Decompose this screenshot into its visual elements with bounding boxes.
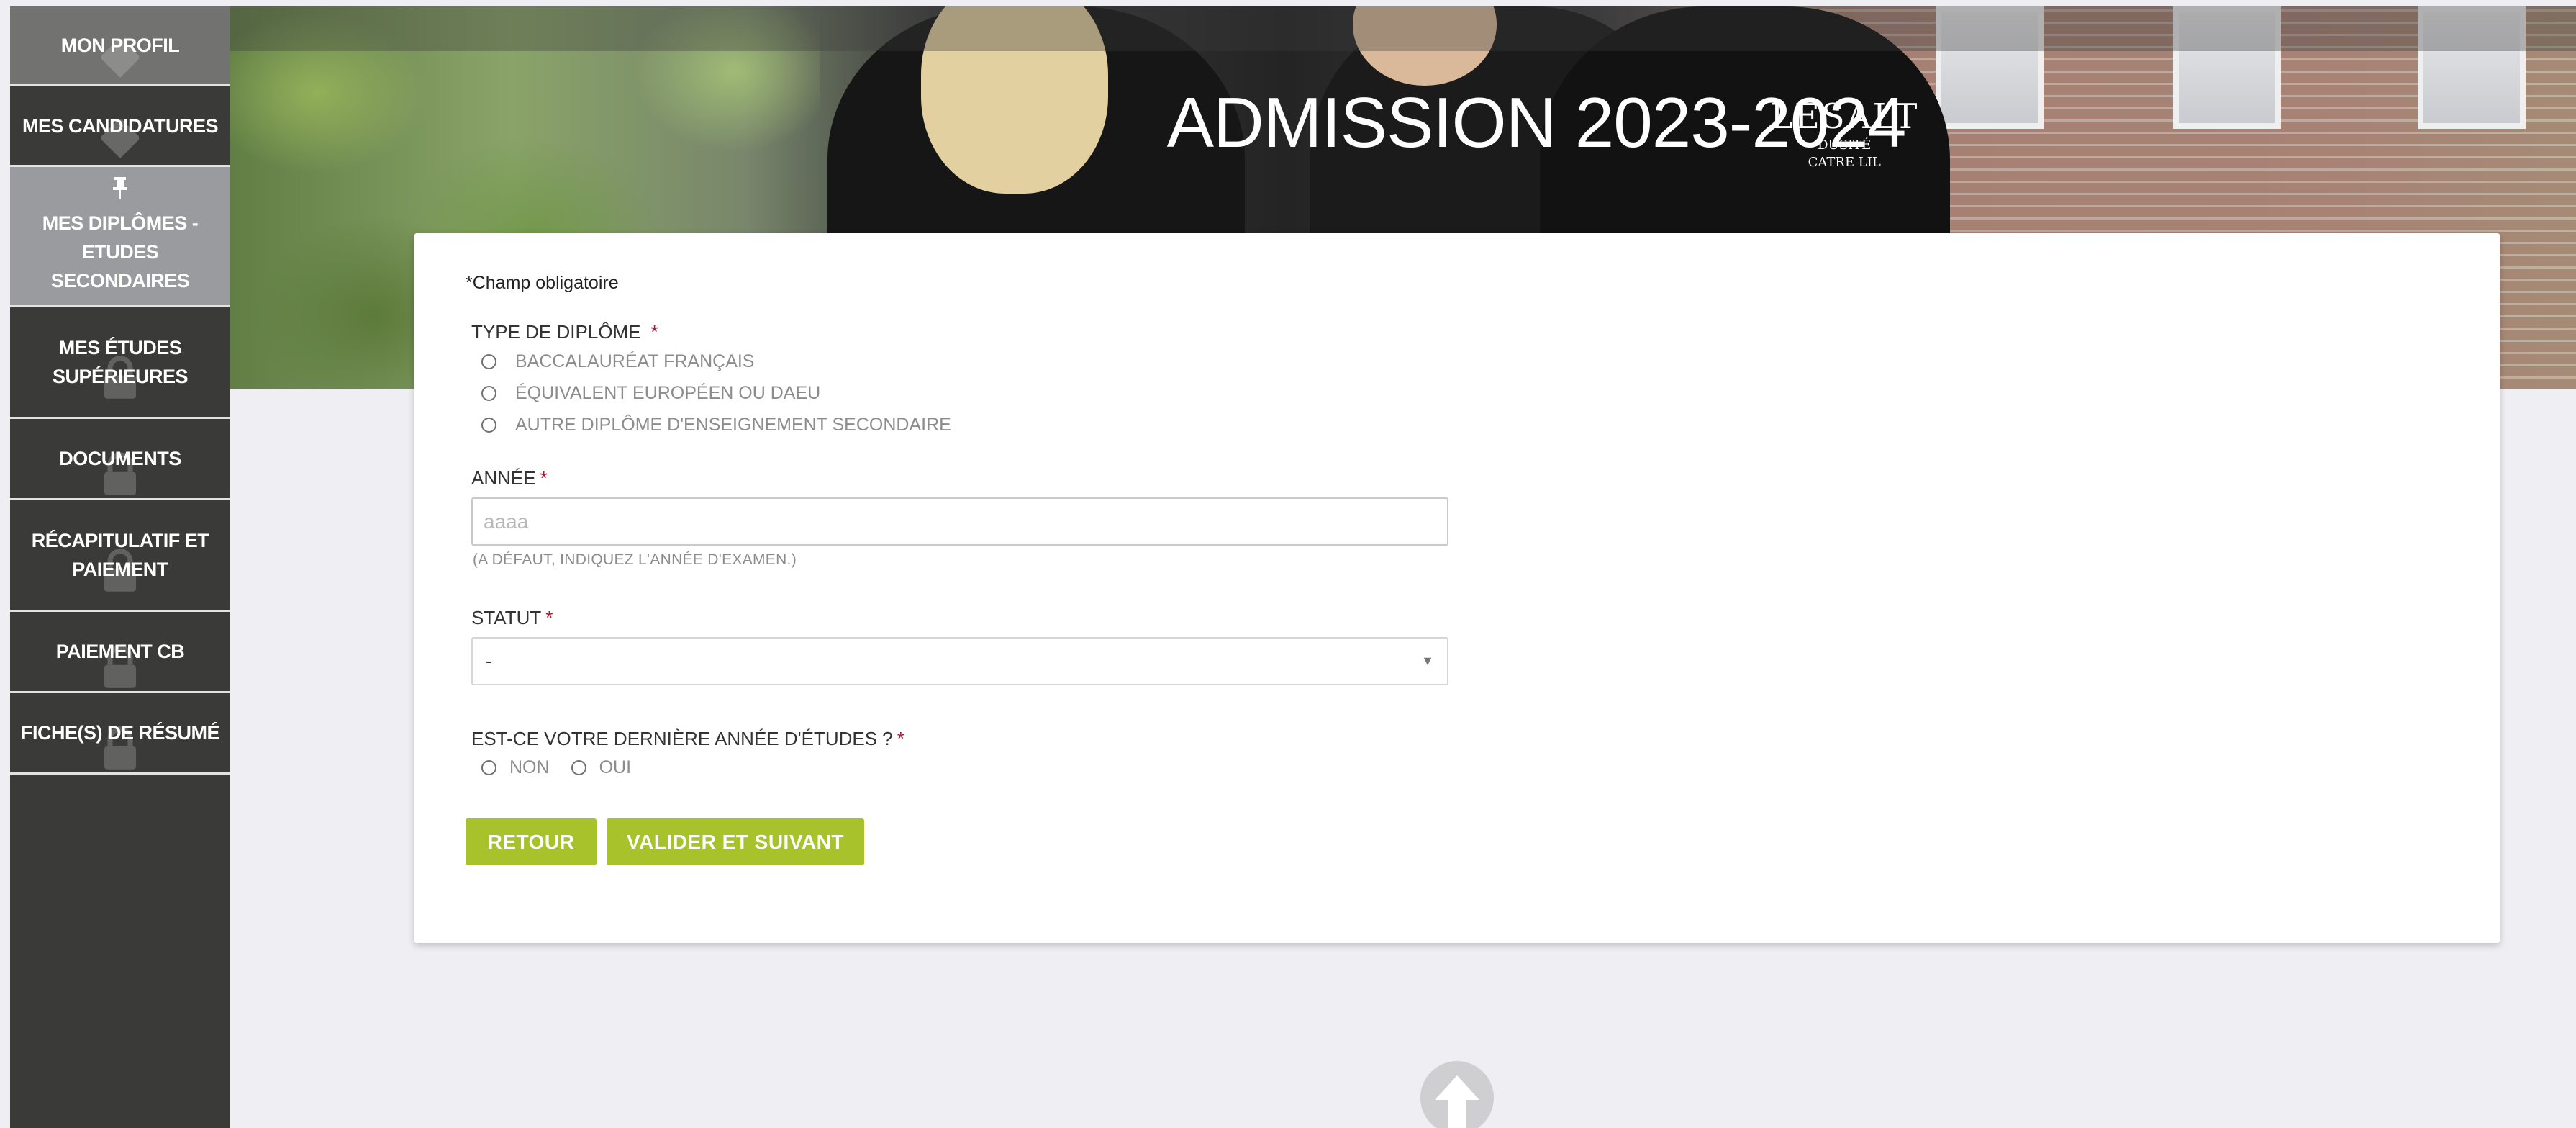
status-selected-value: - (486, 650, 492, 672)
last-year-radio-group: NON OUI (481, 757, 653, 778)
radio-button[interactable] (481, 760, 496, 775)
sidebar-item-label: MES DIPLÔMES - ETUDES SECONDAIRES (42, 212, 199, 292)
sidebar-item-label: MES CANDIDATURES (22, 114, 219, 137)
radio-label: OUI (599, 757, 632, 777)
sidebar-item-mon-profil[interactable]: MON PROFIL (10, 6, 230, 86)
radio-button[interactable] (571, 760, 586, 775)
status-label: STATUT * (471, 607, 553, 628)
back-button[interactable]: RETOUR (466, 818, 597, 865)
year-label: ANNÉE * (471, 467, 548, 489)
sidebar-item-mes-diplomes[interactable]: MES DIPLÔMES - ETUDES SECONDAIRES (10, 167, 230, 307)
radio-oui[interactable]: OUI (571, 757, 631, 778)
sidebar-item-label: MON PROFIL (60, 35, 180, 56)
radio-equivalent-europeen[interactable]: ÉQUIVALENT EUROPÉEN OU DAEU (481, 383, 820, 404)
sidebar-item-mes-etudes-superieures[interactable]: MES ÉTUDES SUPÉRIEURES (10, 307, 230, 419)
validate-next-button[interactable]: VALIDER ET SUIVANT (607, 818, 864, 865)
status-select[interactable]: - ▼ (471, 637, 1448, 685)
diploma-form-card: *Champ obligatoire TYPE DE DIPLÔME * BACC… (414, 233, 2500, 943)
radio-autre-diplome[interactable]: AUTRE DIPLÔME D'ENSEIGNEMENT SECONDAIRE (481, 415, 951, 436)
page-title: ADMISSION 2023-2024 (1166, 83, 1907, 162)
sidebar-item-fiches-resume[interactable]: FICHE(S) DE RÉSUMÉ (10, 693, 230, 775)
sidebar-item-recapitulatif-paiement[interactable]: RÉCAPITULATIF ET PAIEMENT (10, 500, 230, 612)
sidebar-item-label: FICHE(S) DE RÉSUMÉ (20, 722, 220, 744)
sidebar-item-label: DOCUMENTS (59, 448, 181, 469)
year-input[interactable] (471, 497, 1448, 546)
sidebar-item-label: RÉCAPITULATIF ET PAIEMENT (31, 530, 209, 580)
radio-label: BACCALAURÉAT FRANÇAIS (515, 351, 755, 371)
radio-button[interactable] (481, 418, 496, 433)
banner-top-bar (230, 6, 2576, 51)
radio-baccalaureat-francais[interactable]: BACCALAURÉAT FRANÇAIS (481, 351, 754, 372)
sidebar-item-label: PAIEMENT CB (55, 641, 185, 662)
radio-label: ÉQUIVALENT EUROPÉEN OU DAEU (515, 383, 821, 403)
diploma-type-label: TYPE DE DIPLÔME * (471, 321, 658, 343)
radio-button[interactable] (481, 354, 496, 369)
sidebar-item-paiement-cb[interactable]: PAIEMENT CB (10, 612, 230, 693)
sidebar-nav: MON PROFIL MES CANDIDATURES MES DIPLÔMES… (10, 6, 230, 1128)
required-field-note: *Champ obligatoire (466, 273, 619, 293)
last-year-label: EST-CE VOTRE DERNIÈRE ANNÉE D'ÉTUDES ? * (471, 728, 904, 749)
radio-non[interactable]: NON (481, 757, 550, 778)
year-hint: (A DÉFAUT, INDIQUEZ L'ANNÉE D'EXAMEN.) (473, 551, 797, 568)
chevron-down-icon: ▼ (1421, 654, 1434, 668)
arrow-up-icon (1435, 1075, 1479, 1128)
radio-label: AUTRE DIPLÔME D'ENSEIGNEMENT SECONDAIRE (515, 415, 951, 435)
pin-icon (112, 177, 129, 204)
radio-button[interactable] (481, 386, 496, 401)
university-crest-logo: LESALT DUSITÉ CATRE LIL (1770, 96, 1919, 170)
sidebar-item-label: MES ÉTUDES SUPÉRIEURES (52, 337, 189, 387)
scroll-to-top-button[interactable] (1420, 1061, 1494, 1128)
sidebar-item-documents[interactable]: DOCUMENTS (10, 419, 230, 500)
radio-label: NON (509, 757, 550, 777)
sidebar-item-mes-candidatures[interactable]: MES CANDIDATURES (10, 86, 230, 167)
